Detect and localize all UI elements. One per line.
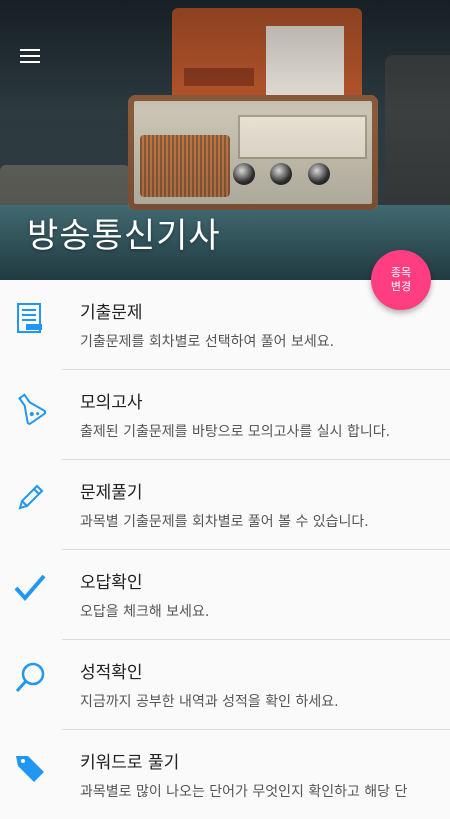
page-title: 방송통신기사 <box>27 216 221 256</box>
checkmark-icon <box>14 574 46 602</box>
header-banner: 방송통신기사 <box>0 0 450 280</box>
menu-item-desc: 지금까지 공부한 내역과 성적을 확인 하세요. <box>80 694 339 710</box>
menu-item-title: 문제풀기 <box>80 483 143 503</box>
menu-item-solve-problems[interactable]: 문제풀기 과목별 기출문제를 회차별로 풀어 볼 수 있습니다. <box>18 460 450 550</box>
menu-item-title: 키워드로 풀기 <box>80 753 180 773</box>
menu-item-title: 오답확인 <box>80 573 143 593</box>
hamburger-menu-icon[interactable] <box>20 48 42 64</box>
menu-item-grades[interactable]: 성적확인 지금까지 공부한 내역과 성적을 확인 하세요. <box>15 640 450 730</box>
list-document-icon <box>17 303 42 333</box>
menu-item-desc: 출제된 기출문제를 바탕으로 모의고사를 실시 합니다. <box>80 424 391 440</box>
flask-icon <box>18 393 47 425</box>
menu-item-wrong-answers[interactable]: 오답확인 오답을 체크해 보세요. <box>14 550 450 640</box>
menu-item-title: 기출문제 <box>80 303 143 323</box>
menu-item-desc: 과목별 기출문제를 회차별로 풀어 볼 수 있습니다. <box>80 514 369 530</box>
menu-item-title: 모의고사 <box>80 393 143 413</box>
change-subject-button[interactable]: 종목 변경 <box>371 250 431 310</box>
menu-list: 기출문제 기출문제를 회차별로 선택하여 풀어 보세요. 모의고사 출제된 기출… <box>0 280 450 819</box>
menu-item-keywords[interactable]: 키워드로 풀기 과목별로 많이 나오는 단어가 무엇인지 확인하고 해당 단 <box>16 730 450 819</box>
menu-item-desc: 과목별로 많이 나오는 단어가 무엇인지 확인하고 해당 단 <box>80 784 408 800</box>
pencil-icon <box>18 484 44 510</box>
menu-item-desc: 기출문제를 회차별로 선택하여 풀어 보세요. <box>80 334 335 350</box>
tag-icon <box>16 756 44 782</box>
magnifier-icon <box>15 662 45 693</box>
menu-item-mock-exam[interactable]: 모의고사 출제된 기출문제를 바탕으로 모의고사를 실시 합니다. <box>18 370 450 460</box>
menu-item-title: 성적확인 <box>80 663 143 683</box>
menu-item-desc: 오답을 체크해 보세요. <box>80 604 210 620</box>
